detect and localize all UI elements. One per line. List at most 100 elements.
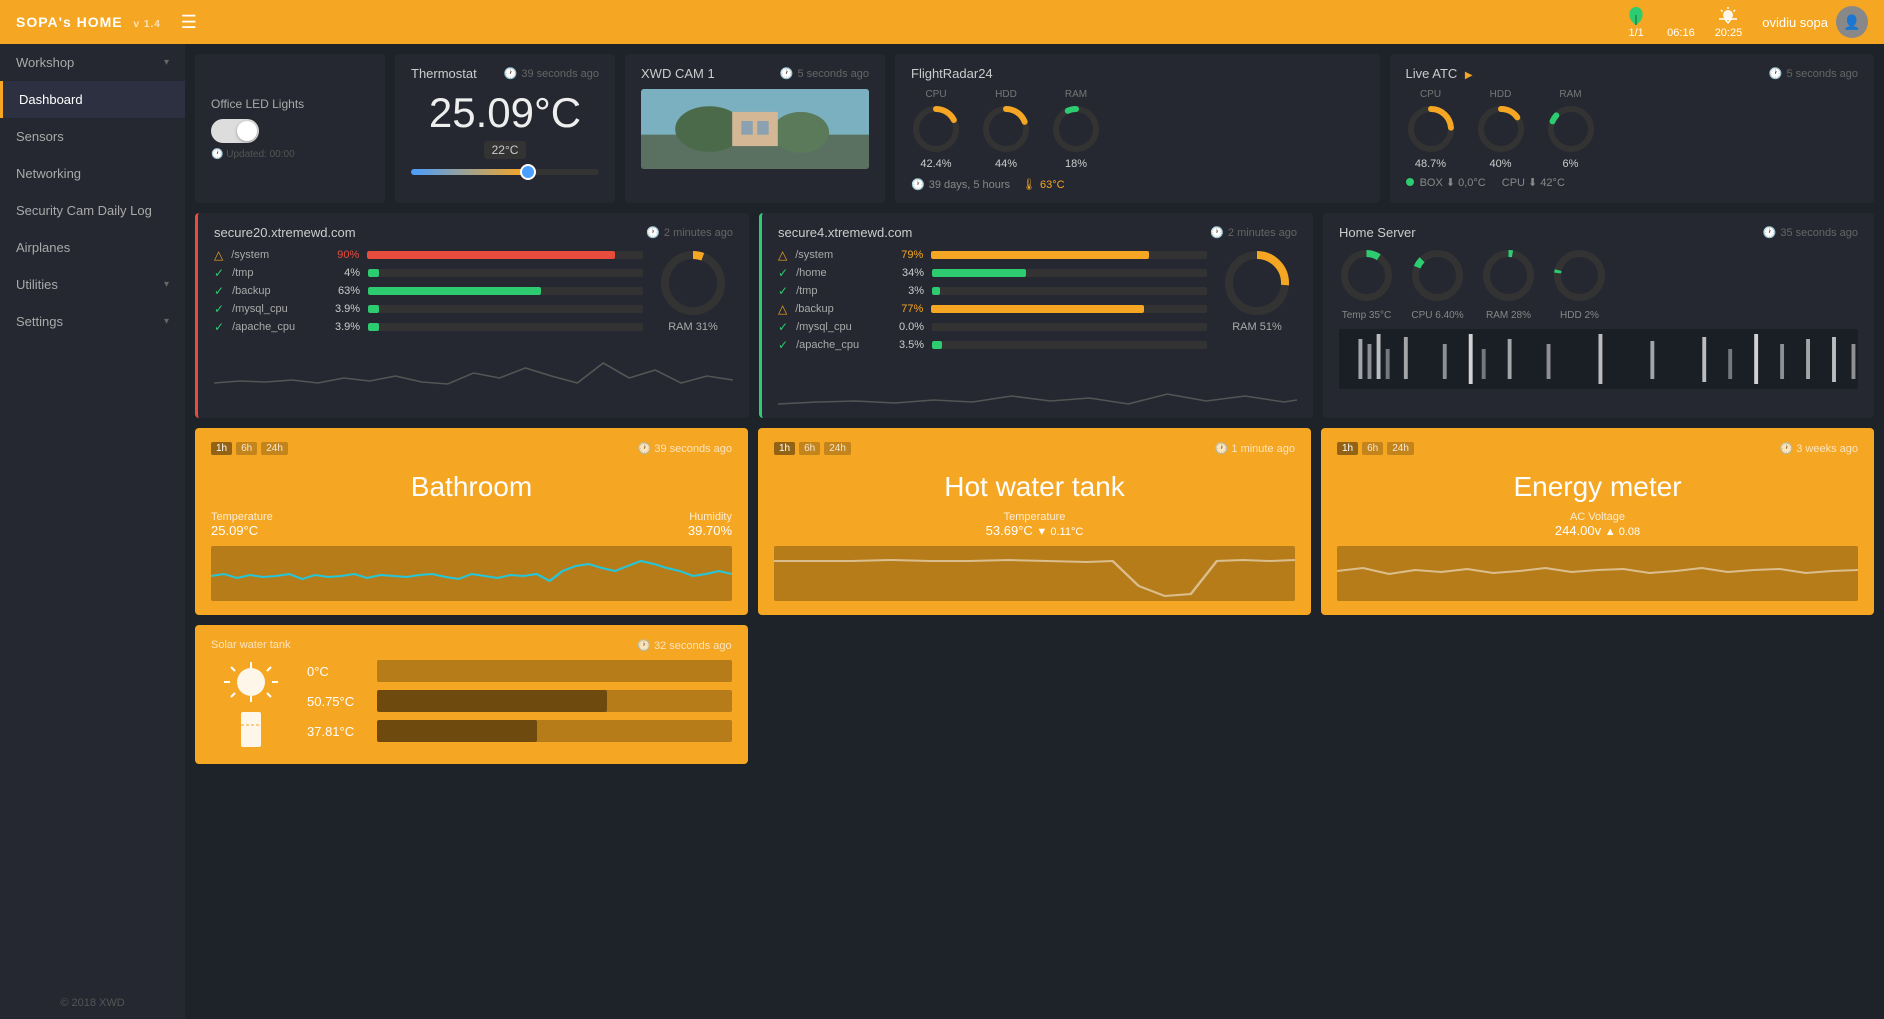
energy-tab-24h[interactable]: 24h: [1387, 442, 1414, 455]
topbar: SOPA's HOME v 1.4 ☰ 1/1 06:16: [0, 0, 1884, 44]
cam-card: XWD CAM 1 🕐 5 seconds ago: [625, 54, 885, 203]
hs-chart: [1339, 329, 1858, 389]
sidebar-footer: © 2018 XWD: [0, 997, 185, 1009]
energy-title: Energy meter: [1337, 455, 1858, 511]
solar-inner: 0°C 50.75°C 37.81°C: [211, 660, 732, 750]
sunrise-icon: [1670, 5, 1692, 27]
sidebar-item-utilities[interactable]: Utilities ▾: [0, 266, 185, 303]
disk-row-4: ✓ /apache_cpu 3.9%: [214, 320, 643, 334]
disk-pct-2: 63%: [330, 285, 360, 297]
atc-cpu-value: 48.7%: [1406, 158, 1456, 170]
s2-disk-pct-4: 0.0%: [894, 321, 924, 333]
hot-water-tab-6h[interactable]: 6h: [799, 442, 820, 455]
sidebar-item-security-cam[interactable]: Security Cam Daily Log: [0, 192, 185, 229]
sunset-icon: [1717, 5, 1739, 27]
s2-disk-row-5: ✓ /apache_cpu 3.5%: [778, 338, 1207, 352]
energy-header: 1h 6h 24h 🕐 3 weeks ago: [1337, 442, 1858, 455]
server1-card: secure20.xtremewd.com 🕐 2 minutes ago △ …: [195, 213, 749, 418]
flight-header: FlightRadar24: [911, 66, 1364, 81]
s2-disk-pct-0: 79%: [893, 249, 923, 261]
ok-icon-2: ✓: [214, 284, 224, 298]
cam-time-value: 5 seconds ago: [797, 68, 869, 80]
s2-ok-2: ✓: [778, 284, 788, 298]
thermostat-header: Thermostat 🕐 39 seconds ago: [411, 66, 599, 81]
sidebar-item-dashboard[interactable]: Dashboard: [0, 81, 185, 118]
clock-fraction-widget: 1/1: [1625, 5, 1647, 39]
s2-bar-bg-5: [932, 341, 1207, 349]
bathroom-header: 1h 6h 24h 🕐 39 seconds ago: [211, 442, 732, 455]
bathroom-temp-label: Temperature: [211, 511, 273, 523]
clock-icon-11: 🕐: [637, 640, 651, 652]
clock-icon-8: 🕐: [638, 443, 652, 455]
s2-bar-bg-3: [931, 305, 1207, 313]
server2-header: secure4.xtremewd.com 🕐 2 minutes ago: [778, 225, 1297, 240]
disk-bar-fill-4: [368, 323, 379, 331]
hs-title: Home Server: [1339, 225, 1416, 240]
thermostat-card: Thermostat 🕐 39 seconds ago 25.09°C 22°C: [395, 54, 615, 203]
hot-water-temp-value: 53.69°C: [986, 523, 1033, 538]
solar-time-value: 32 seconds ago: [654, 640, 732, 652]
disk-bar-fill-2: [368, 287, 541, 295]
bathroom-tab-1h[interactable]: 1h: [211, 442, 232, 455]
bathroom-tab-24h[interactable]: 24h: [261, 442, 288, 455]
hamburger-button[interactable]: ☰: [181, 12, 197, 33]
footer-text: © 2018 XWD: [60, 997, 124, 1009]
user-widget: ovidiu sopa 👤: [1762, 6, 1868, 38]
sidebar-label-airplanes: Airplanes: [16, 240, 70, 255]
version-label: v 1.4: [134, 19, 161, 30]
thermostat-slider[interactable]: [411, 169, 599, 175]
hot-water-tab-1h[interactable]: 1h: [774, 442, 795, 455]
s2-disk-row-4: ✓ /mysql_cpu 0.0%: [778, 320, 1207, 334]
flight-hdd-label: HDD: [981, 89, 1031, 100]
clock-icon-7: 🕐: [1763, 226, 1777, 239]
led-toggle[interactable]: [211, 119, 259, 143]
sunset-widget: 20:25: [1715, 5, 1743, 39]
flight-title: FlightRadar24: [911, 66, 993, 81]
server2-ram: RAM 51%: [1207, 248, 1297, 356]
flight-ram-block: RAM 18%: [1051, 89, 1101, 170]
sidebar-item-airplanes[interactable]: Airplanes: [0, 229, 185, 266]
s2-bar-bg-4: [932, 323, 1207, 331]
hot-water-title: Hot water tank: [774, 455, 1295, 511]
bathroom-tab-6h[interactable]: 6h: [236, 442, 257, 455]
hot-water-tab-24h[interactable]: 24h: [824, 442, 851, 455]
disk-name-2: /backup: [232, 285, 322, 297]
flight-stats-row: CPU 42.4% HDD: [911, 89, 1364, 170]
disk-row-1: ✓ /tmp 4%: [214, 266, 643, 280]
clock-icon-9: 🕐: [1215, 443, 1229, 455]
bathroom-title: Bathroom: [211, 455, 732, 511]
flight-hdd-donut: [981, 104, 1031, 154]
server-monitoring-row: secure20.xtremewd.com 🕐 2 minutes ago △ …: [195, 213, 1874, 418]
disk-row-0: △ /system 90%: [214, 248, 643, 262]
energy-tab-1h[interactable]: 1h: [1337, 442, 1358, 455]
atc-cpu-temp-status: CPU ⬇ 42°C: [1502, 176, 1565, 189]
server1-header: secure20.xtremewd.com 🕐 2 minutes ago: [214, 225, 733, 240]
solar-temp2: 50.75°C: [307, 694, 377, 709]
disk-row-2: ✓ /backup 63%: [214, 284, 643, 298]
atc-hdd-donut: [1476, 104, 1526, 154]
flight-ram-label: RAM: [1051, 89, 1101, 100]
bathroom-humidity-value: 39.70%: [688, 523, 732, 538]
sidebar-item-settings[interactable]: Settings ▾: [0, 303, 185, 340]
solar-bar-bg-2: [377, 690, 732, 712]
sidebar: Workshop ▾ Dashboard Sensors Networking …: [0, 44, 185, 1019]
disk-bar-bg-0: [367, 251, 643, 259]
sidebar-item-networking[interactable]: Networking: [0, 155, 185, 192]
s2-disk-row-0: △ /system 79%: [778, 248, 1207, 262]
hot-water-temp-delta: ▼ 0.11°C: [1036, 526, 1083, 538]
hs-header: Home Server 🕐 35 seconds ago: [1339, 225, 1858, 240]
hs-hdd-label: HDD 2%: [1552, 310, 1607, 321]
hs-cpu-donut: [1410, 248, 1465, 303]
hot-water-card: 1h 6h 24h 🕐 1 minute ago Hot water tank …: [758, 428, 1311, 615]
brand-name: SOPA's HOME: [16, 14, 123, 30]
sunset-time: 20:25: [1715, 27, 1743, 39]
s2-disk-pct-2: 3%: [894, 285, 924, 297]
sidebar-item-sensors[interactable]: Sensors: [0, 118, 185, 155]
solar-temp3: 37.81°C: [307, 724, 377, 739]
atc-cpu-label: CPU: [1406, 89, 1456, 100]
atc-live-icon: ▶: [1465, 70, 1473, 81]
topbar-right: 1/1 06:16 20:25: [1625, 5, 1868, 39]
sidebar-item-workshop[interactable]: Workshop ▾: [0, 44, 185, 81]
sunrise-time: 06:16: [1667, 27, 1695, 39]
energy-tab-6h[interactable]: 6h: [1362, 442, 1383, 455]
